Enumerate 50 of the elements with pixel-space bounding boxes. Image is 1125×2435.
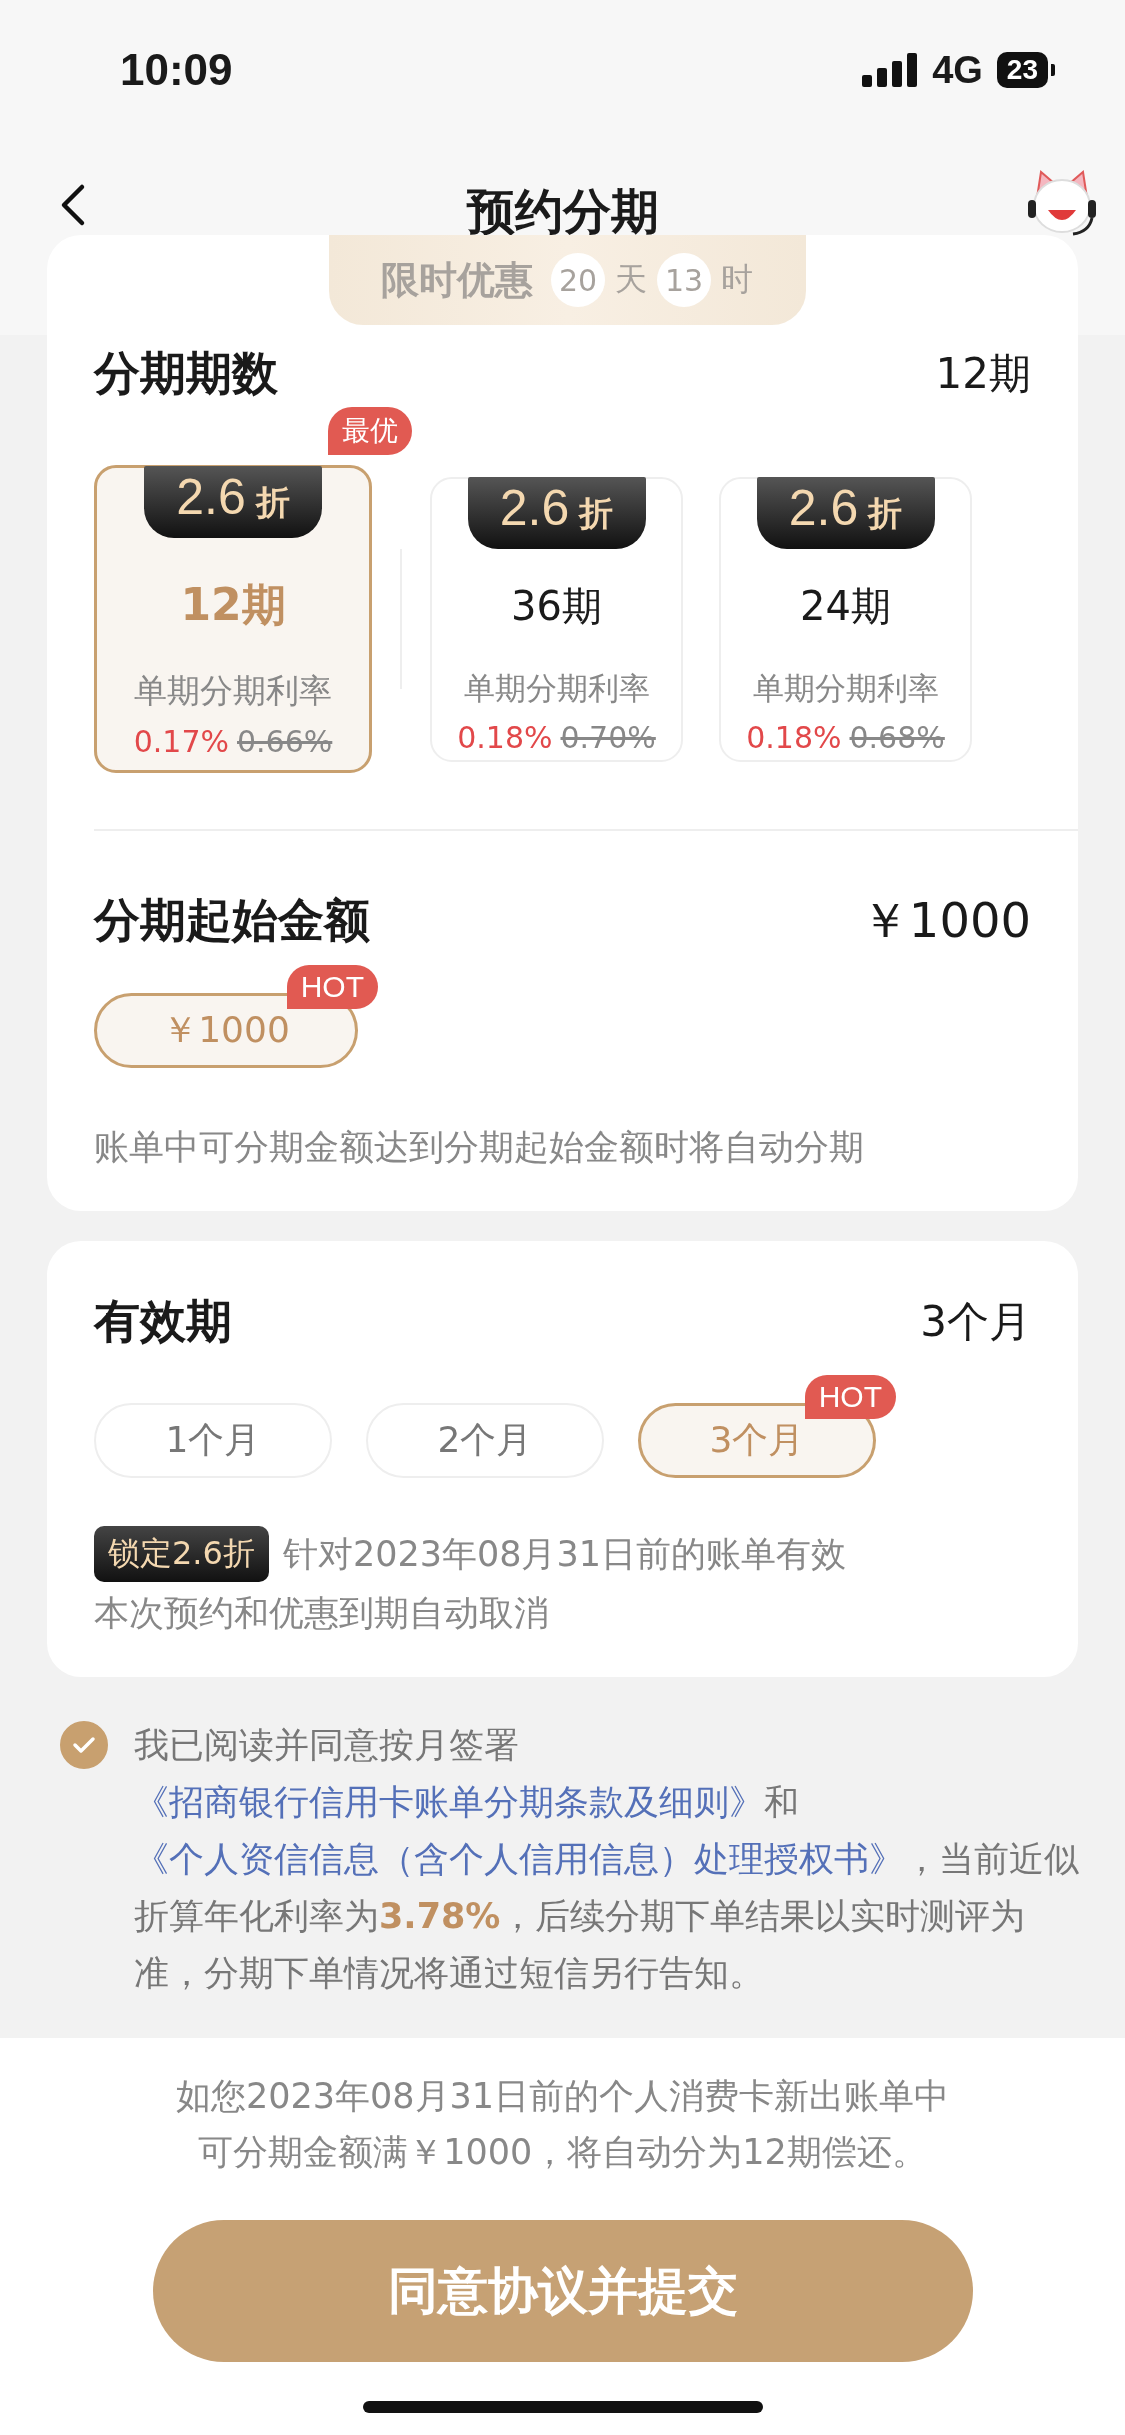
original-rate: 0.70% bbox=[560, 719, 656, 755]
countdown-days: 20 bbox=[551, 253, 605, 307]
selected-amount: ￥1000 bbox=[860, 891, 1031, 950]
selected-term: 12期 bbox=[935, 348, 1031, 400]
countdown-unit: 天 bbox=[615, 259, 647, 300]
countdown-hours: 13 bbox=[657, 253, 711, 307]
hot-badge: HOT bbox=[286, 965, 378, 1009]
status-time: 10:09 bbox=[120, 45, 233, 95]
original-rate: 0.68% bbox=[849, 719, 945, 755]
hint-text: 账单中可分期金额达到分期起始金额时将自动分期 bbox=[94, 1126, 865, 1169]
lock-tag: 锁定2.6折 bbox=[94, 1526, 269, 1582]
discounted-rate: 0.18% bbox=[457, 719, 553, 755]
hot-badge: HOT bbox=[804, 1375, 896, 1419]
term-label: 36期 bbox=[511, 581, 602, 631]
best-badge: 最优 bbox=[328, 407, 412, 455]
footer-note: 可分期金额满￥1000，将自动分为12期偿还。 bbox=[198, 2131, 927, 2174]
plan-option[interactable]: 2.6 折 36期 单期分期利率 0.18% 0.70% bbox=[430, 476, 683, 762]
agreement-link[interactable]: 《个人资信信息（含个人信用信息）处理授权书》 bbox=[134, 1839, 904, 1879]
term-label: 24期 bbox=[800, 581, 891, 631]
plan-option[interactable]: 2.6 折 24期 单期分期利率 0.18% 0.68% bbox=[719, 476, 972, 762]
discount-tag: 2.6 折 bbox=[467, 476, 646, 549]
plan-option[interactable]: 2.6 折 12期 单期分期利率 0.17% 0.66% bbox=[94, 465, 372, 773]
section-title: 有效期 bbox=[94, 1293, 232, 1350]
network-label: 4G bbox=[932, 48, 983, 92]
page-title: 预约分期 bbox=[466, 182, 659, 241]
discounted-rate: 0.18% bbox=[746, 719, 842, 755]
agree-checkbox[interactable] bbox=[60, 1721, 108, 1769]
selected-validity: 3个月 bbox=[920, 1296, 1031, 1348]
agreement-text: 我已阅读并同意按月签署 《招商银行信用卡账单分期条款及细则》和 《个人资信信息（含个人信用信息）处理授权书》，当前近似折算年化利率为3.78%，后续分期下单结果以实时测评为准，分期下单情况将通过短信另行告知。 bbox=[134, 1724, 1080, 1995]
signal-icon bbox=[862, 53, 919, 87]
discount-tag: 2.6 折 bbox=[756, 476, 935, 549]
rate-label: 单期分期利率 bbox=[463, 668, 650, 708]
validity-chip[interactable]: 2个月 bbox=[366, 1403, 604, 1478]
submit-button[interactable]: 同意协议并提交 bbox=[152, 2220, 973, 2362]
promo-label: 限时优惠 bbox=[381, 255, 533, 304]
countdown-unit: 时 bbox=[721, 259, 753, 300]
original-rate: 0.66% bbox=[237, 724, 333, 759]
agreement-link[interactable]: 《招商银行信用卡账单分期条款及细则》 bbox=[134, 1782, 764, 1822]
rate-label: 单期分期利率 bbox=[134, 670, 332, 712]
check-icon bbox=[72, 1736, 96, 1754]
discounted-rate: 0.17% bbox=[133, 724, 229, 759]
term-label: 12期 bbox=[180, 578, 286, 632]
footer-note: 如您2023年08月31日前的个人消费卡新出账单中 bbox=[175, 2075, 950, 2118]
section-title: 分期期数 bbox=[94, 345, 278, 402]
validity-chip[interactable]: 1个月 bbox=[94, 1403, 332, 1478]
discount-tag: 2.6 折 bbox=[144, 466, 322, 538]
validity-note: 本次预约和优惠到期自动取消 bbox=[94, 1592, 550, 1635]
section-title: 分期起始金额 bbox=[94, 892, 370, 949]
rate-label: 单期分期利率 bbox=[752, 668, 939, 708]
validity-note: 针对2023年08月31日前的账单有效 bbox=[282, 1532, 847, 1576]
